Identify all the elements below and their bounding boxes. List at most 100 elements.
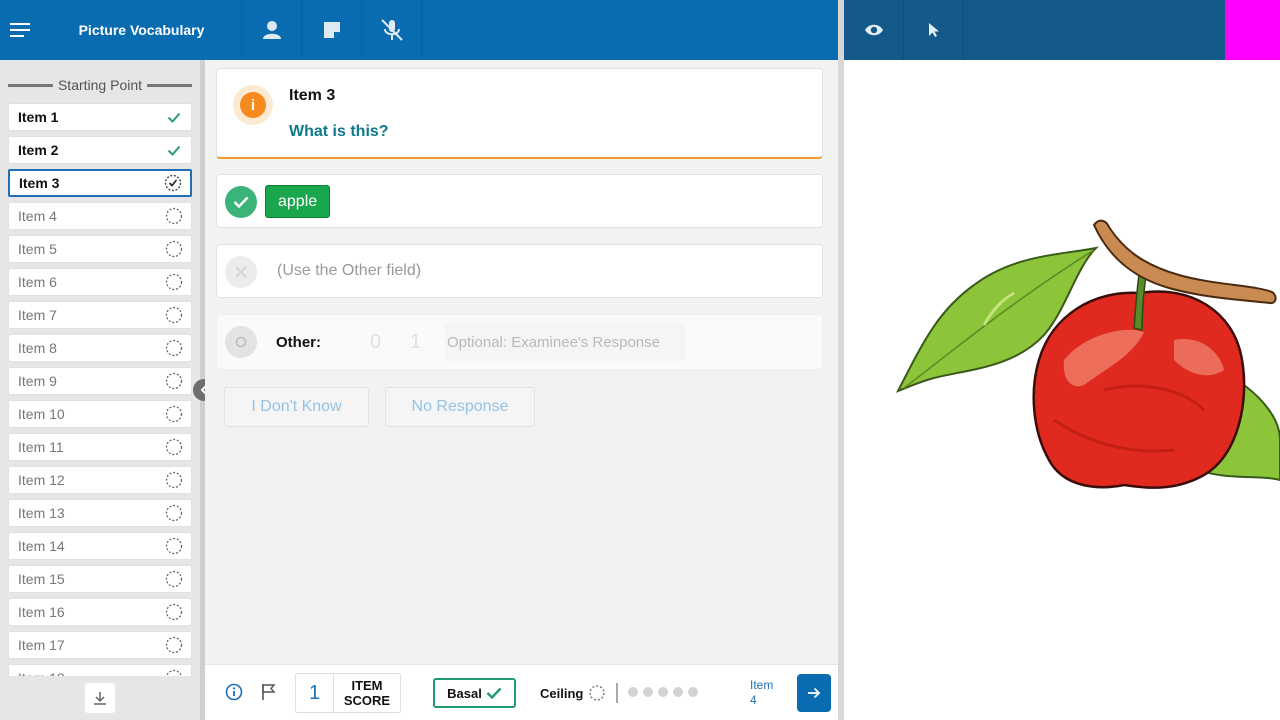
menu-button[interactable] <box>0 0 42 60</box>
item-footer: 1 ITEM SCORE Basal Ceiling Item 4 <box>205 664 838 720</box>
divider-line <box>8 83 53 87</box>
pending-icon <box>589 685 606 701</box>
check-icon <box>165 141 183 159</box>
sidebar-item[interactable]: Item 4 <box>8 202 192 230</box>
item-list-scroll[interactable]: Starting Point Item 1 Item 2 Item 3 Item 4I… <box>0 60 200 676</box>
sidebar-item[interactable]: Item 7 <box>8 301 192 329</box>
stimulus-pane <box>844 60 1280 720</box>
sidebar-item-label: Item 6 <box>18 274 57 290</box>
ceiling-dot <box>628 687 638 697</box>
sidebar-item[interactable]: Item 16 <box>8 598 192 626</box>
next-item-label: Item 4 <box>750 678 773 708</box>
sidebar-item-label: Item 1 <box>18 109 59 125</box>
sidebar-item[interactable]: Item 6 <box>8 268 192 296</box>
pointer-icon <box>928 23 939 37</box>
scroll-down-button[interactable] <box>85 683 115 713</box>
pointer-button[interactable] <box>904 0 964 60</box>
pending-icon <box>165 504 183 522</box>
pending-icon <box>165 207 183 225</box>
sidebar-item[interactable]: Item 14 <box>8 532 192 560</box>
arrow-right-icon <box>808 687 821 699</box>
divider-line <box>147 83 192 87</box>
dont-know-button[interactable]: I Don't Know <box>224 387 369 427</box>
sidebar-item[interactable]: Item 10 <box>8 400 192 428</box>
pending-icon <box>165 537 183 555</box>
info-badge[interactable]: i <box>233 85 273 125</box>
pending-icon <box>165 570 183 588</box>
score-option-1[interactable]: 1 <box>410 331 421 354</box>
pending-icon <box>165 240 183 258</box>
sidebar-item-label: Item 10 <box>18 406 65 422</box>
other-label: Other: <box>276 334 321 351</box>
sidebar-item-label: Item 13 <box>18 505 65 521</box>
mark-correct-button[interactable] <box>225 186 257 218</box>
ceiling-dot <box>673 687 683 697</box>
sidebar-item-label: Item 11 <box>18 439 64 455</box>
sidebar-item[interactable]: Item 1 <box>8 103 192 131</box>
ceiling-label: Ceiling <box>540 685 584 701</box>
sidebar-item[interactable]: Item 17 <box>8 631 192 659</box>
info-outline-icon[interactable] <box>225 683 243 701</box>
mark-incorrect-button[interactable] <box>225 256 257 288</box>
basal-status[interactable]: Basal <box>433 678 516 708</box>
sidebar-item-label: Item 4 <box>18 208 57 224</box>
other-radio[interactable] <box>225 326 257 358</box>
sidebar-item[interactable]: Item 8 <box>8 334 192 362</box>
item-list: Item 1 Item 2 Item 3 Item 4 Item 5 Item 6 Item… <box>8 103 192 676</box>
item-panel: i Item 3 What is this? apple (Use the Ot… <box>205 60 838 664</box>
no-response-button[interactable]: No Response <box>385 387 535 427</box>
ceiling-dot <box>658 687 668 697</box>
next-item-button[interactable] <box>797 674 831 712</box>
stimulus-toolbar <box>844 0 1280 60</box>
visibility-button[interactable] <box>844 0 904 60</box>
next-item-word: Item <box>750 678 774 692</box>
question-card: i Item 3 What is this? <box>216 68 823 159</box>
examinee-button[interactable] <box>242 0 302 60</box>
examinee-response-input[interactable] <box>445 323 685 361</box>
item-score-label: ITEM SCORE <box>334 674 400 712</box>
sidebar-item-label: Item 16 <box>18 604 65 620</box>
pending-icon <box>165 372 183 390</box>
ceiling-dot <box>688 687 698 697</box>
download-icon <box>94 692 106 705</box>
starting-point-label: Starting Point <box>57 77 143 93</box>
score-option-0[interactable]: 0 <box>370 331 381 354</box>
close-icon <box>235 266 247 278</box>
pending-icon <box>165 339 183 357</box>
sidebar-item-label: Item 12 <box>18 472 65 488</box>
sidebar-item[interactable]: Item 15 <box>8 565 192 593</box>
correct-response-row: apple <box>216 174 823 228</box>
sidebar-item[interactable]: Item 18 <box>8 664 192 676</box>
other-response-row: Other: 0 1 <box>216 314 823 370</box>
main-toolbar: Picture Vocabulary <box>0 0 838 60</box>
sidebar-item-label: Item 7 <box>18 307 57 323</box>
sidebar-item[interactable]: Item 13 <box>8 499 192 527</box>
pending-icon <box>165 603 183 621</box>
mute-mic-button[interactable] <box>362 0 422 60</box>
sidebar-item[interactable]: Item 5 <box>8 235 192 263</box>
menu-icon <box>10 23 30 37</box>
pending-icon <box>165 438 183 456</box>
check-icon <box>233 196 249 208</box>
sidebar-item[interactable]: Item 11 <box>8 433 192 461</box>
question-prompt: What is this? <box>289 123 389 140</box>
sidebar-item[interactable]: Item 3 <box>8 169 192 197</box>
sidebar-item[interactable]: Item 12 <box>8 466 192 494</box>
ceiling-progress-dots <box>628 687 698 697</box>
sidebar-footer <box>0 676 200 720</box>
color-marker <box>1225 0 1280 60</box>
pending-icon <box>165 306 183 324</box>
sidebar-item-label: Item 14 <box>18 538 65 554</box>
ceiling-separator <box>616 683 618 703</box>
sidebar-item-label: Item 17 <box>18 637 65 653</box>
flag-icon[interactable] <box>261 683 277 701</box>
item-score-box: 1 ITEM SCORE <box>295 673 401 713</box>
sidebar-item[interactable]: Item 2 <box>8 136 192 164</box>
sidebar-item[interactable]: Item 9 <box>8 367 192 395</box>
note-icon <box>323 22 340 38</box>
pending-icon <box>165 636 183 654</box>
notes-button[interactable] <box>302 0 362 60</box>
apple-image <box>895 219 1280 489</box>
in-progress-icon <box>164 174 182 192</box>
incorrect-response-row: (Use the Other field) <box>216 244 823 298</box>
